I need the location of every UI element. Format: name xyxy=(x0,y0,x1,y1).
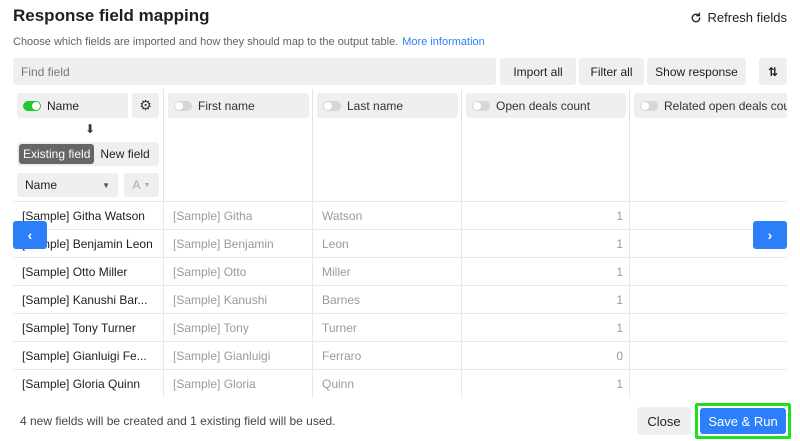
table-row: [Sample] Kanushi Bar... [Sample] Kanushi… xyxy=(13,285,787,314)
cell-open-deals-count: 1 xyxy=(462,314,630,342)
cell-name: [Sample] Gloria Quinn xyxy=(13,370,164,398)
filter-all-button[interactable]: Filter all xyxy=(579,58,644,85)
table-row: [Sample] Benjamin Leon [Sample] Benjamin… xyxy=(13,229,787,258)
target-field-value: Name xyxy=(25,178,58,192)
sort-arrows-icon: ⇅ xyxy=(767,64,779,79)
page-title: Response field mapping xyxy=(13,6,210,25)
cell-open-deals-count: 1 xyxy=(462,370,630,398)
cell-first-name: [Sample] Gianluigi xyxy=(164,342,313,370)
more-information-link[interactable]: More information xyxy=(402,36,485,48)
table-row: [Sample] Gloria Quinn [Sample] Gloria Qu… xyxy=(13,369,787,398)
column-header-last-name: Last name xyxy=(313,89,462,201)
cell-name: [Sample] Otto Miller xyxy=(13,258,164,286)
table-row: [Sample] Gianluigi Fe... [Sample] Gianlu… xyxy=(13,341,787,370)
field-toggle-last-name[interactable]: Last name xyxy=(317,93,458,118)
existing-field-option[interactable]: Existing field xyxy=(19,144,95,164)
cell-open-deals-count: 1 xyxy=(462,230,630,258)
field-label: Last name xyxy=(347,98,404,113)
caret-down-icon: ▼ xyxy=(102,180,110,190)
field-toggle-related-open-deals[interactable]: Related open deals cour xyxy=(634,93,787,118)
scroll-right-button[interactable]: › xyxy=(753,221,787,249)
cell-first-name: [Sample] Benjamin xyxy=(164,230,313,258)
toggle-switch-on[interactable] xyxy=(23,100,41,111)
save-run-highlight: Save & Run xyxy=(695,403,791,439)
field-toggle-open-deals-count[interactable]: Open deals count xyxy=(466,93,626,118)
cell-first-name: [Sample] Githa xyxy=(164,202,313,230)
cell-last-name: Miller xyxy=(313,258,462,286)
cell-first-name: [Sample] Otto xyxy=(164,258,313,286)
field-toggle-first-name[interactable]: First name xyxy=(168,93,309,118)
text-type-icon: A xyxy=(132,178,141,192)
target-field-select[interactable]: Name ▼ xyxy=(17,173,118,197)
import-all-button[interactable]: Import all xyxy=(500,58,576,85)
scroll-left-button[interactable]: ‹ xyxy=(13,221,47,249)
field-label: Name xyxy=(47,98,80,113)
field-label: First name xyxy=(198,98,255,113)
cell-open-deals-count: 1 xyxy=(462,286,630,314)
subtitle-text: Choose which fields are imported and how… xyxy=(13,36,399,48)
field-mode-segmented-control: Existing field New field xyxy=(17,142,159,166)
cell-last-name: Quinn xyxy=(313,370,462,398)
cell-name: [Sample] Kanushi Bar... xyxy=(13,286,164,314)
chevron-right-icon: › xyxy=(767,227,773,243)
cell-first-name: [Sample] Tony xyxy=(164,314,313,342)
field-toggle-name[interactable]: Name xyxy=(17,93,128,118)
arrow-down-icon: ⬇ xyxy=(85,122,96,136)
table-row: [Sample] Githa Watson [Sample] Githa Wat… xyxy=(13,201,787,230)
toggle-switch-off[interactable] xyxy=(174,100,192,111)
find-field-input[interactable] xyxy=(13,58,496,85)
cell-last-name: Leon xyxy=(313,230,462,258)
toggle-switch-off[interactable] xyxy=(472,100,490,111)
footer-summary: 4 new fields will be created and 1 exist… xyxy=(20,414,336,428)
column-header-open-deals-count: Open deals count xyxy=(462,89,630,201)
column-header-related-open-deals: Related open deals cour xyxy=(630,89,787,201)
toolbar: Import all Filter all Show response ⇅ xyxy=(13,58,787,85)
field-label: Related open deals cour xyxy=(664,98,787,113)
refresh-fields-button[interactable]: Refresh fields xyxy=(690,10,787,25)
toggle-switch-off[interactable] xyxy=(323,100,341,111)
close-button[interactable]: Close xyxy=(637,407,691,435)
cell-name: [Sample] Tony Turner xyxy=(13,314,164,342)
save-and-run-button[interactable]: Save & Run xyxy=(700,408,786,434)
field-settings-button[interactable]: ⚙ xyxy=(132,93,159,118)
refresh-fields-label: Refresh fields xyxy=(707,10,787,25)
cell-last-name: Barnes xyxy=(313,286,462,314)
cell-name: [Sample] Gianluigi Fe... xyxy=(13,342,164,370)
cell-open-deals-count: 1 xyxy=(462,202,630,230)
cell-last-name: Turner xyxy=(313,314,462,342)
gear-icon: ⚙ xyxy=(139,97,152,113)
column-header-first-name: First name xyxy=(164,89,313,201)
new-field-option[interactable]: New field xyxy=(96,144,153,164)
cell-first-name: [Sample] Kanushi xyxy=(164,286,313,314)
cell-open-deals-count: 0 xyxy=(462,342,630,370)
cell-open-deals-count: 1 xyxy=(462,258,630,286)
sort-button[interactable]: ⇅ xyxy=(759,58,787,85)
table-row: [Sample] Tony Turner [Sample] Tony Turne… xyxy=(13,313,787,342)
chevron-left-icon: ‹ xyxy=(27,227,33,243)
dialog-subtitle: Choose which fields are imported and how… xyxy=(13,36,485,48)
cell-last-name: Watson xyxy=(313,202,462,230)
field-mapping-grid: Name ⚙ ⬇ Existing field New field Name ▼… xyxy=(13,89,787,398)
cell-last-name: Ferraro xyxy=(313,342,462,370)
field-type-select[interactable]: A ▼ xyxy=(124,173,159,197)
show-response-button[interactable]: Show response xyxy=(647,58,746,85)
field-label: Open deals count xyxy=(496,98,591,113)
column-header-name: Name ⚙ ⬇ Existing field New field Name ▼… xyxy=(13,89,164,201)
toggle-switch-off[interactable] xyxy=(640,100,658,111)
caret-down-icon: ▼ xyxy=(143,181,151,189)
cell-first-name: [Sample] Gloria xyxy=(164,370,313,398)
table-row: [Sample] Otto Miller [Sample] Otto Mille… xyxy=(13,257,787,286)
refresh-icon xyxy=(691,11,700,22)
